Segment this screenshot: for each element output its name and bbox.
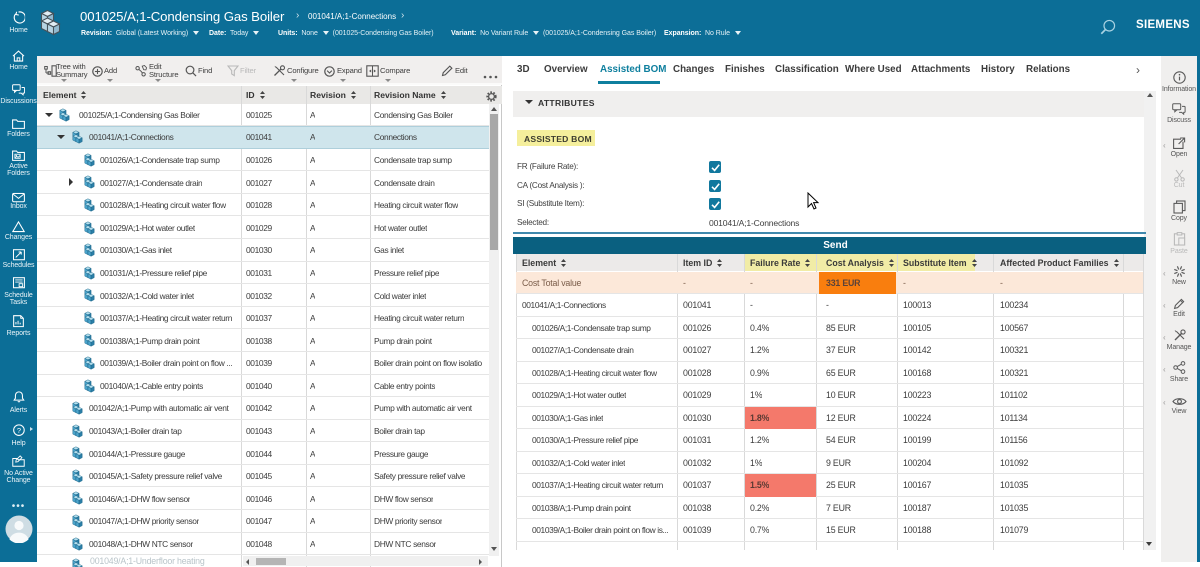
svg-text:?: ? — [16, 426, 20, 435]
